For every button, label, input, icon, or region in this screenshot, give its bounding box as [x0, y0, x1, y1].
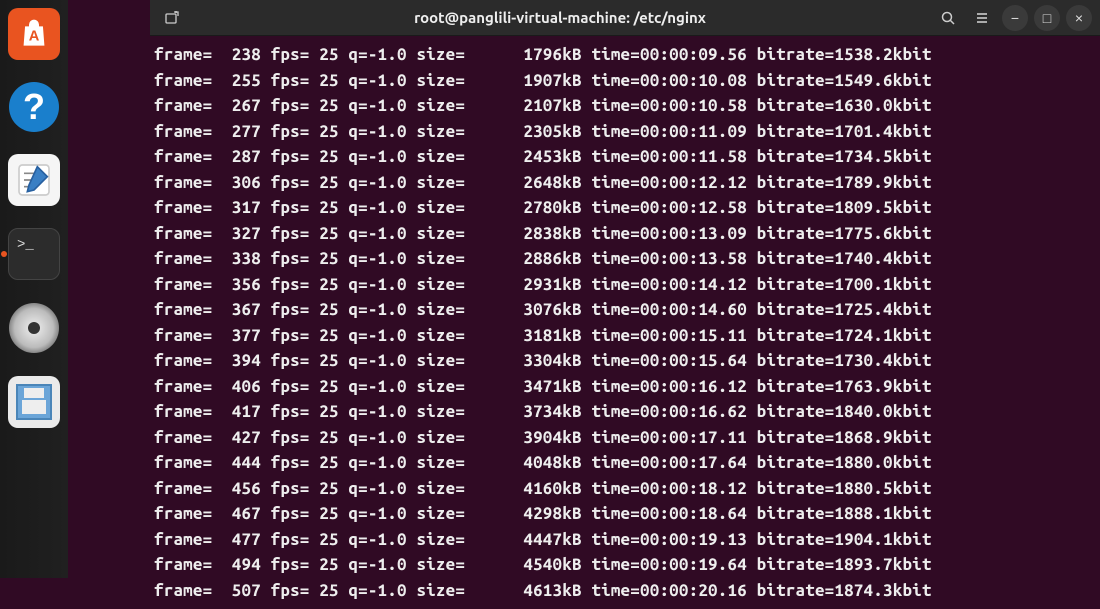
terminal-line: frame= 238 fps= 25 q=-1.0 size= 1796kB t…	[154, 42, 1096, 68]
terminal-line: frame= 267 fps= 25 q=-1.0 size= 2107kB t…	[154, 93, 1096, 119]
shopping-bag-icon: A	[18, 18, 50, 50]
titlebar: root@panglili-virtual-machine: /etc/ngin…	[150, 0, 1100, 36]
terminal-line: frame= 494 fps= 25 q=-1.0 size= 4540kB t…	[154, 552, 1096, 578]
minimize-button[interactable]: −	[1002, 5, 1028, 31]
active-indicator-icon	[1, 251, 7, 257]
dock-item-terminal[interactable]: >_	[8, 228, 60, 280]
terminal-line: frame= 317 fps= 25 q=-1.0 size= 2780kB t…	[154, 195, 1096, 221]
terminal-line: frame= 467 fps= 25 q=-1.0 size= 4298kB t…	[154, 501, 1096, 527]
notepad-icon	[14, 160, 54, 200]
dock: A ? >_	[0, 0, 68, 578]
dock-item-software-center[interactable]: A	[8, 8, 60, 60]
dock-item-help[interactable]: ?	[9, 82, 59, 132]
titlebar-right: − □ ×	[934, 4, 1092, 32]
window-title: root@panglili-virtual-machine: /etc/ngin…	[194, 9, 926, 26]
terminal-output[interactable]: frame= 238 fps= 25 q=-1.0 size= 1796kB t…	[150, 36, 1100, 609]
dock-item-save[interactable]	[8, 376, 60, 428]
terminal-line: frame= 507 fps= 25 q=-1.0 size= 4613kB t…	[154, 578, 1096, 604]
terminal-line: frame= 255 fps= 25 q=-1.0 size= 1907kB t…	[154, 68, 1096, 94]
terminal-line: frame= 477 fps= 25 q=-1.0 size= 4447kB t…	[154, 527, 1096, 553]
terminal-window: root@panglili-virtual-machine: /etc/ngin…	[150, 0, 1100, 578]
terminal-line: frame= 377 fps= 25 q=-1.0 size= 3181kB t…	[154, 323, 1096, 349]
terminal-line: frame= 367 fps= 25 q=-1.0 size= 3076kB t…	[154, 297, 1096, 323]
terminal-line: frame= 306 fps= 25 q=-1.0 size= 2648kB t…	[154, 170, 1096, 196]
close-icon: ×	[1075, 10, 1083, 26]
close-button[interactable]: ×	[1066, 5, 1092, 31]
search-button[interactable]	[934, 4, 962, 32]
terminal-line: frame= 327 fps= 25 q=-1.0 size= 2838kB t…	[154, 221, 1096, 247]
terminal-line: frame= 277 fps= 25 q=-1.0 size= 2305kB t…	[154, 119, 1096, 145]
terminal-line: frame= 427 fps= 25 q=-1.0 size= 3904kB t…	[154, 425, 1096, 451]
maximize-button[interactable]: □	[1034, 5, 1060, 31]
terminal-line: frame= 394 fps= 25 q=-1.0 size= 3304kB t…	[154, 348, 1096, 374]
new-tab-icon	[164, 10, 180, 26]
search-icon	[940, 10, 956, 26]
maximize-icon: □	[1043, 10, 1051, 26]
disc-icon	[9, 303, 59, 353]
terminal-line: frame= 356 fps= 25 q=-1.0 size= 2931kB t…	[154, 272, 1096, 298]
floppy-icon	[16, 384, 52, 420]
terminal-line: frame= 406 fps= 25 q=-1.0 size= 3471kB t…	[154, 374, 1096, 400]
dock-item-disk[interactable]	[8, 302, 60, 354]
new-tab-button[interactable]	[158, 4, 186, 32]
terminal-line: frame= 417 fps= 25 q=-1.0 size= 3734kB t…	[154, 399, 1096, 425]
titlebar-left	[158, 4, 186, 32]
hamburger-icon	[974, 10, 990, 26]
terminal-line: frame= 338 fps= 25 q=-1.0 size= 2886kB t…	[154, 246, 1096, 272]
terminal-prompt-icon: >_	[17, 237, 34, 253]
terminal-line: frame= 456 fps= 25 q=-1.0 size= 4160kB t…	[154, 476, 1096, 502]
dock-item-text-editor[interactable]	[8, 154, 60, 206]
help-icon: ?	[23, 86, 45, 128]
minimize-icon: −	[1011, 10, 1019, 26]
terminal-line: frame= 444 fps= 25 q=-1.0 size= 4048kB t…	[154, 450, 1096, 476]
svg-text:A: A	[29, 29, 40, 45]
terminal-line: frame= 287 fps= 25 q=-1.0 size= 2453kB t…	[154, 144, 1096, 170]
menu-button[interactable]	[968, 4, 996, 32]
